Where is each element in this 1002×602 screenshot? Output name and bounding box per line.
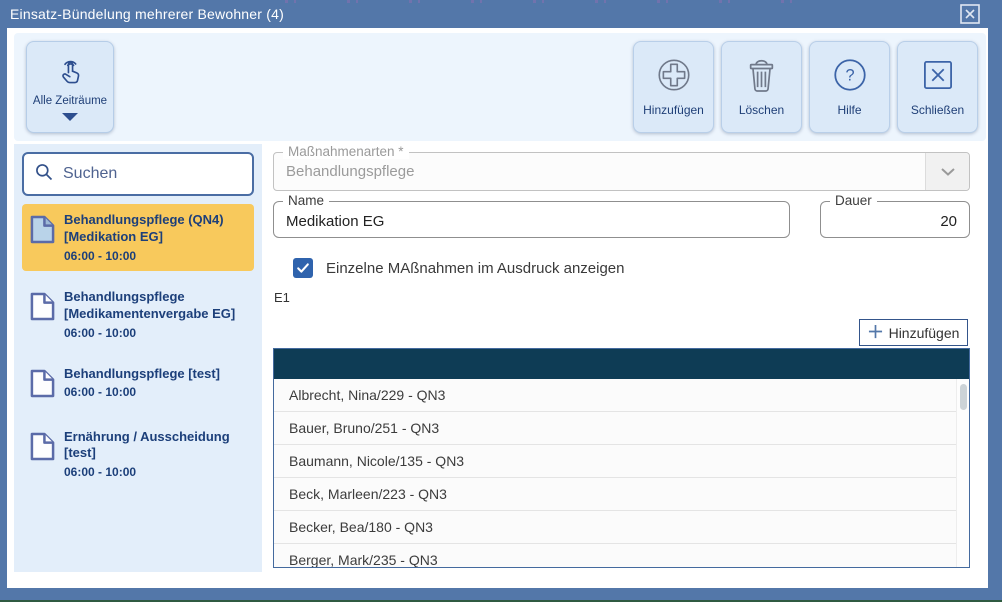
table-header <box>274 349 969 379</box>
sidebar-item-time: 06:00 - 10:00 <box>64 385 249 399</box>
residents-table: Albrecht, Nina/229 - QN3 Bauer, Bruno/25… <box>273 348 970 568</box>
massnahmenarten-label: Maßnahmenarten * <box>283 144 409 159</box>
table-row[interactable]: Baumann, Nicole/135 - QN3 <box>274 445 969 478</box>
chevron-down-icon <box>62 113 78 121</box>
toolbar-actions: Hinzufügen Löschen ? <box>633 41 978 133</box>
table-row[interactable]: Bauer, Bruno/251 - QN3 <box>274 412 969 445</box>
window-frame-right <box>988 28 1002 588</box>
sidebar-item-title: Ernährung / Ausscheidung [test] <box>64 429 249 463</box>
sidebar-item-medikation-eg[interactable]: Behandlungspflege (QN4) [Medikation EG] … <box>22 204 254 271</box>
search-input[interactable] <box>63 165 242 183</box>
window-frame-left <box>0 28 7 588</box>
all-periods-label: Alle Zeiträume <box>33 95 107 107</box>
table-row[interactable]: Becker, Bea/180 - QN3 <box>274 511 969 544</box>
sidebar-item-title: Behandlungspflege [Medikamentenvergabe E… <box>64 289 249 323</box>
window-frame-bottom <box>0 588 1002 600</box>
massnahmenarten-select[interactable]: Maßnahmenarten * Behandlungspflege <box>273 152 970 191</box>
checkbox-checked-icon[interactable] <box>293 258 313 278</box>
sidebar-item-title: Behandlungspflege [test] <box>64 366 249 383</box>
plus-icon <box>868 324 883 342</box>
all-periods-button[interactable]: Alle Zeiträume <box>26 41 114 133</box>
dauer-field: Dauer <box>820 201 970 238</box>
table-scrollbar[interactable] <box>956 379 969 567</box>
document-icon <box>30 215 55 249</box>
sidebar: Behandlungspflege (QN4) [Medikation EG] … <box>14 144 262 572</box>
sidebar-item-text: Ernährung / Ausscheidung [test] 06:00 - … <box>64 429 249 480</box>
delete-button-label: Löschen <box>739 103 784 117</box>
search-box <box>22 152 254 196</box>
plus-circle-icon <box>656 57 692 96</box>
table-row[interactable]: Albrecht, Nina/229 - QN3 <box>274 379 969 412</box>
table-row[interactable]: Beck, Marleen/223 - QN3 <box>274 478 969 511</box>
sidebar-item-text: Behandlungspflege (QN4) [Medikation EG] … <box>64 212 249 263</box>
window-close-icon[interactable] <box>960 4 980 24</box>
table-row[interactable]: Berger, Mark/235 - QN3 <box>274 544 969 568</box>
name-input[interactable] <box>274 202 789 237</box>
dauer-label: Dauer <box>830 193 877 208</box>
titlebar: Einsatz-Bündelung mehrerer Bewohner (4) <box>0 0 1002 28</box>
question-circle-icon: ? <box>832 57 868 96</box>
add-resident-button-label: Hinzufügen <box>889 325 960 341</box>
close-button[interactable]: Schließen <box>897 41 978 133</box>
delete-button[interactable]: Löschen <box>721 41 802 133</box>
search-icon <box>34 162 54 187</box>
document-icon <box>30 292 55 326</box>
add-resident-button[interactable]: Hinzufügen <box>859 319 968 346</box>
close-button-label: Schließen <box>911 103 964 117</box>
print-checkbox-row: Einzelne MAßnahmen im Ausdruck anzeigen <box>293 258 625 278</box>
sidebar-item-time: 06:00 - 10:00 <box>64 326 249 340</box>
sidebar-item-ernaehrung-test[interactable]: Ernährung / Ausscheidung [test] 06:00 - … <box>22 421 254 488</box>
dropdown-arrow[interactable] <box>925 153 969 190</box>
trash-icon <box>746 58 777 96</box>
document-icon <box>30 369 55 403</box>
dialog-window: Einsatz-Bündelung mehrerer Bewohner (4) … <box>0 0 1002 602</box>
help-button[interactable]: ? Hilfe <box>809 41 890 133</box>
toolbar: Alle Zeiträume Hinzufügen <box>14 33 986 141</box>
sidebar-item-medikamentenvergabe-eg[interactable]: Behandlungspflege [Medikamentenvergabe E… <box>22 281 254 348</box>
add-button-label: Hinzufügen <box>643 103 704 117</box>
sidebar-item-behandlungspflege-test[interactable]: Behandlungspflege [test] 06:00 - 10:00 <box>22 358 254 411</box>
checkbox-label: Einzelne MAßnahmen im Ausdruck anzeigen <box>326 260 625 277</box>
svg-text:?: ? <box>845 67 854 85</box>
background-bleed <box>285 0 805 3</box>
document-icon <box>30 432 55 466</box>
help-button-label: Hilfe <box>837 103 861 117</box>
add-button[interactable]: Hinzufügen <box>633 41 714 133</box>
touch-gesture-icon <box>54 54 87 92</box>
sidebar-item-time: 06:00 - 10:00 <box>64 249 249 263</box>
scrollbar-thumb[interactable] <box>960 384 967 410</box>
name-field: Name <box>273 201 790 238</box>
sidebar-item-time: 06:00 - 10:00 <box>64 465 249 479</box>
sidebar-item-text: Behandlungspflege [test] 06:00 - 10:00 <box>64 366 249 400</box>
section-label: E1 <box>274 290 290 305</box>
sidebar-item-text: Behandlungspflege [Medikamentenvergabe E… <box>64 289 249 340</box>
close-square-icon <box>920 57 956 96</box>
sidebar-item-title: Behandlungspflege (QN4) [Medikation EG] <box>64 212 249 246</box>
name-label: Name <box>283 193 329 208</box>
window-title: Einsatz-Bündelung mehrerer Bewohner (4) <box>10 6 284 22</box>
